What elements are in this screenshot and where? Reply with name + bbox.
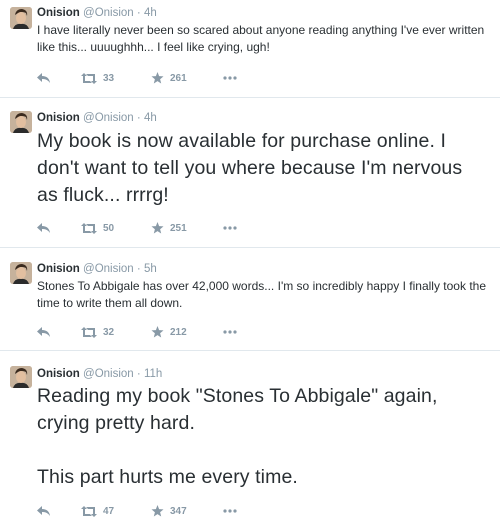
star-icon [151, 72, 164, 84]
author-handle[interactable]: @Onision [83, 112, 134, 124]
more-button[interactable] [223, 325, 237, 339]
retweet-count: 33 [103, 72, 115, 84]
retweet-button[interactable]: 47 [81, 504, 114, 518]
separator-dot: · [136, 368, 141, 380]
avatar[interactable] [10, 262, 32, 284]
retweet-icon [81, 505, 97, 517]
timestamp[interactable]: 4h [144, 7, 157, 19]
retweet-count: 32 [103, 326, 115, 338]
reply-icon [37, 505, 50, 516]
more-button[interactable] [223, 504, 237, 518]
tweet-header: Onision @Onision · 5h [37, 262, 157, 276]
timestamp[interactable]: 4h [144, 112, 157, 124]
separator-dot: · [136, 112, 141, 124]
favorite-count: 347 [170, 505, 187, 517]
retweet-button[interactable]: 50 [81, 221, 114, 235]
favorite-button[interactable]: 347 [151, 504, 187, 518]
favorite-count: 261 [170, 72, 187, 84]
favorite-button[interactable]: 212 [151, 325, 187, 339]
tweet[interactable]: Onision @Onision · 4h I have literally n… [0, 0, 500, 98]
more-dots-icon [223, 226, 237, 230]
author-handle[interactable]: @Onision [83, 263, 134, 275]
tweet[interactable]: Onision @Onision · 11h Reading my book "… [0, 351, 500, 525]
tweet-text: I have literally never been so scared ab… [37, 23, 485, 54]
star-icon [151, 505, 164, 517]
reply-button[interactable] [37, 221, 50, 235]
favorite-button[interactable]: 251 [151, 221, 187, 235]
more-dots-icon [223, 509, 237, 513]
reply-icon [37, 72, 50, 83]
timestamp[interactable]: 5h [144, 263, 157, 275]
tweet-header: Onision @Onision · 11h [37, 367, 162, 381]
retweet-count: 50 [103, 222, 115, 234]
more-dots-icon [223, 76, 237, 80]
tweet[interactable]: Onision @Onision · 4h My book is now ava… [0, 98, 500, 248]
retweet-button[interactable]: 32 [81, 325, 114, 339]
author-handle[interactable]: @Onision [83, 7, 134, 19]
more-button[interactable] [223, 221, 237, 235]
favorite-count: 212 [170, 326, 187, 338]
separator-dot: · [136, 7, 141, 19]
tweet-text: My book is now available for purchase on… [37, 130, 463, 206]
star-icon [151, 326, 164, 338]
author-handle[interactable]: @Onision [83, 368, 134, 380]
more-button[interactable] [223, 71, 237, 85]
star-icon [151, 222, 164, 234]
retweet-icon [81, 222, 97, 234]
tweet-header: Onision @Onision · 4h [37, 6, 157, 20]
avatar[interactable] [10, 111, 32, 133]
author-name[interactable]: Onision [37, 368, 80, 380]
more-dots-icon [223, 330, 237, 334]
tweet[interactable]: Onision @Onision · 5h Stones To Abbigale… [0, 248, 500, 351]
author-name[interactable]: Onision [37, 7, 80, 19]
retweet-icon [81, 72, 97, 84]
tweet-text: Reading my book "Stones To Abbigale" aga… [37, 385, 438, 488]
author-name[interactable]: Onision [37, 112, 80, 124]
tweet-header: Onision @Onision · 4h [37, 111, 157, 125]
timestamp[interactable]: 11h [144, 368, 162, 380]
favorite-button[interactable]: 261 [151, 71, 187, 85]
avatar[interactable] [10, 7, 32, 29]
separator-dot: · [136, 263, 141, 275]
reply-icon [37, 326, 50, 337]
retweet-button[interactable]: 33 [81, 71, 114, 85]
reply-button[interactable] [37, 504, 50, 518]
retweet-icon [81, 326, 97, 338]
tweet-timeline: Onision @Onision · 4h I have literally n… [0, 0, 500, 525]
tweet-text: Stones To Abbigale has over 42,000 words… [37, 279, 486, 310]
reply-icon [37, 222, 50, 233]
avatar[interactable] [10, 366, 32, 388]
author-name[interactable]: Onision [37, 263, 80, 275]
reply-button[interactable] [37, 71, 50, 85]
reply-button[interactable] [37, 325, 50, 339]
favorite-count: 251 [170, 222, 187, 234]
retweet-count: 47 [103, 505, 115, 517]
